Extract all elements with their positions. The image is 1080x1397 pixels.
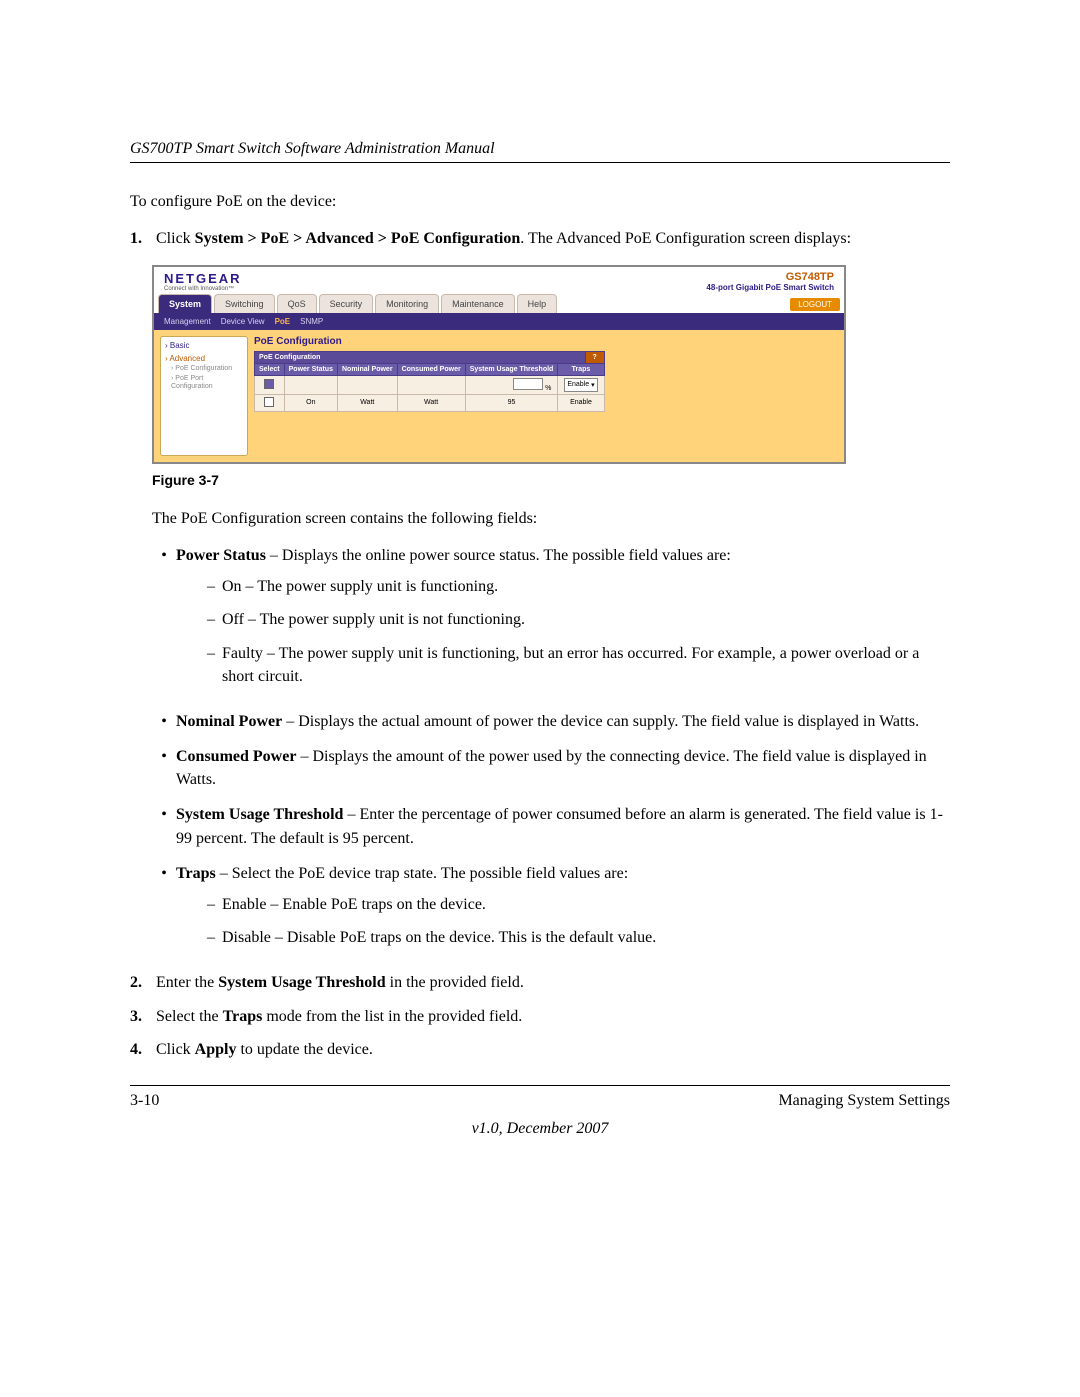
- help-icon[interactable]: ?: [585, 351, 604, 363]
- page-footer: 3-10 Managing System Settings: [130, 1085, 950, 1110]
- dash-on: On – The power supply unit is functionin…: [222, 575, 498, 598]
- sidenav-poe-config[interactable]: › PoE Configuration: [165, 365, 243, 373]
- subtab-snmp[interactable]: SNMP: [300, 317, 323, 326]
- step1-num: 1.: [130, 227, 156, 250]
- bullet-power-status: Power Status – Displays the online power…: [176, 544, 950, 698]
- col-traps: Traps: [558, 363, 604, 375]
- threshold-input[interactable]: [513, 378, 543, 390]
- dash-disable: Disable – Disable PoE traps on the devic…: [222, 926, 656, 949]
- row-checkbox[interactable]: [264, 397, 274, 407]
- bullet-icon: •: [152, 745, 176, 791]
- post-figure-para: The PoE Configuration screen contains th…: [152, 508, 950, 530]
- netgear-logo: NETGEAR: [164, 271, 242, 286]
- col-power-status: Power Status: [284, 363, 337, 375]
- tab-help[interactable]: Help: [517, 294, 558, 313]
- poe-config-table: PoE Configuration ? Select Power Status …: [254, 351, 605, 412]
- tab-qos[interactable]: QoS: [277, 294, 317, 313]
- cell-threshold: 95: [465, 394, 558, 411]
- subtab-management[interactable]: Management: [164, 317, 211, 326]
- col-select: Select: [255, 363, 285, 375]
- bullet-icon: •: [152, 544, 176, 698]
- tab-switching[interactable]: Switching: [214, 294, 275, 313]
- step4-body: Click Apply to update the device.: [156, 1038, 950, 1061]
- cell-nominal: Watt: [337, 394, 397, 411]
- dash-enable: Enable – Enable PoE traps on the device.: [222, 893, 486, 916]
- tab-monitoring[interactable]: Monitoring: [375, 294, 439, 313]
- dash-icon: –: [200, 608, 222, 631]
- dash-icon: –: [200, 893, 222, 916]
- panel-sub-header: PoE Configuration: [255, 351, 586, 363]
- header-text: GS700TP Smart Switch Software Administra…: [130, 140, 495, 157]
- subtab-device-view[interactable]: Device View: [221, 317, 265, 326]
- step1-body: Click System > PoE > Advanced > PoE Conf…: [156, 227, 950, 250]
- col-usage-threshold: System Usage Threshold: [465, 363, 558, 375]
- bullet-traps: Traps – Select the PoE device trap state…: [176, 862, 950, 960]
- panel-title: PoE Configuration: [254, 336, 838, 347]
- subtab-poe[interactable]: PoE: [275, 317, 291, 326]
- model-sub: 48-port Gigabit PoE Smart Switch: [706, 283, 834, 292]
- figure-caption: Figure 3-7: [152, 472, 950, 488]
- cell-consumed: Watt: [397, 394, 465, 411]
- dash-icon: –: [200, 642, 222, 688]
- bullet-usage-threshold: System Usage Threshold – Enter the perce…: [176, 803, 950, 849]
- dash-icon: –: [200, 575, 222, 598]
- bullet-consumed-power: Consumed Power – Displays the amount of …: [176, 745, 950, 791]
- dash-icon: –: [200, 926, 222, 949]
- tab-system[interactable]: System: [158, 294, 212, 313]
- bullet-nominal-power: Nominal Power – Displays the actual amou…: [176, 710, 950, 733]
- col-nominal-power: Nominal Power: [337, 363, 397, 375]
- sidenav-basic[interactable]: › Basic: [165, 341, 243, 350]
- dash-off: Off – The power supply unit is not funct…: [222, 608, 525, 631]
- version-line: v1.0, December 2007: [130, 1120, 950, 1138]
- step2-body: Enter the System Usage Threshold in the …: [156, 971, 950, 994]
- tab-security[interactable]: Security: [319, 294, 374, 313]
- step4-num: 4.: [130, 1038, 156, 1061]
- side-nav: › Basic › Advanced › PoE Configuration ›…: [160, 336, 248, 456]
- bullet-icon: •: [152, 803, 176, 849]
- intro-para: To configure PoE on the device:: [130, 191, 950, 213]
- step3-num: 3.: [130, 1005, 156, 1028]
- page-header: GS700TP Smart Switch Software Administra…: [130, 140, 950, 163]
- page-number: 3-10: [130, 1092, 159, 1110]
- chevron-down-icon: ▾: [591, 381, 595, 389]
- col-consumed-power: Consumed Power: [397, 363, 465, 375]
- bullet-icon: •: [152, 862, 176, 960]
- traps-select[interactable]: Enable▾: [564, 378, 597, 392]
- model-name: GS748TP: [706, 271, 834, 283]
- dash-faulty: Faulty – The power supply unit is functi…: [222, 642, 950, 688]
- sidenav-poe-port-config[interactable]: › PoE Port Configuration: [165, 375, 243, 392]
- select-all-checkbox[interactable]: [264, 379, 274, 389]
- cell-traps: Enable: [558, 394, 604, 411]
- tab-maintenance[interactable]: Maintenance: [441, 294, 515, 313]
- section-name: Managing System Settings: [778, 1092, 950, 1110]
- poe-config-screenshot: NETGEAR Connect with Innovation™ GS748TP…: [152, 265, 846, 464]
- bullet-icon: •: [152, 710, 176, 733]
- logout-button[interactable]: LOGOUT: [790, 298, 840, 311]
- sidenav-advanced[interactable]: › Advanced: [165, 354, 243, 363]
- step2-num: 2.: [130, 971, 156, 994]
- netgear-tagline: Connect with Innovation™: [164, 286, 242, 292]
- step3-body: Select the Traps mode from the list in t…: [156, 1005, 950, 1028]
- cell-status: On: [284, 394, 337, 411]
